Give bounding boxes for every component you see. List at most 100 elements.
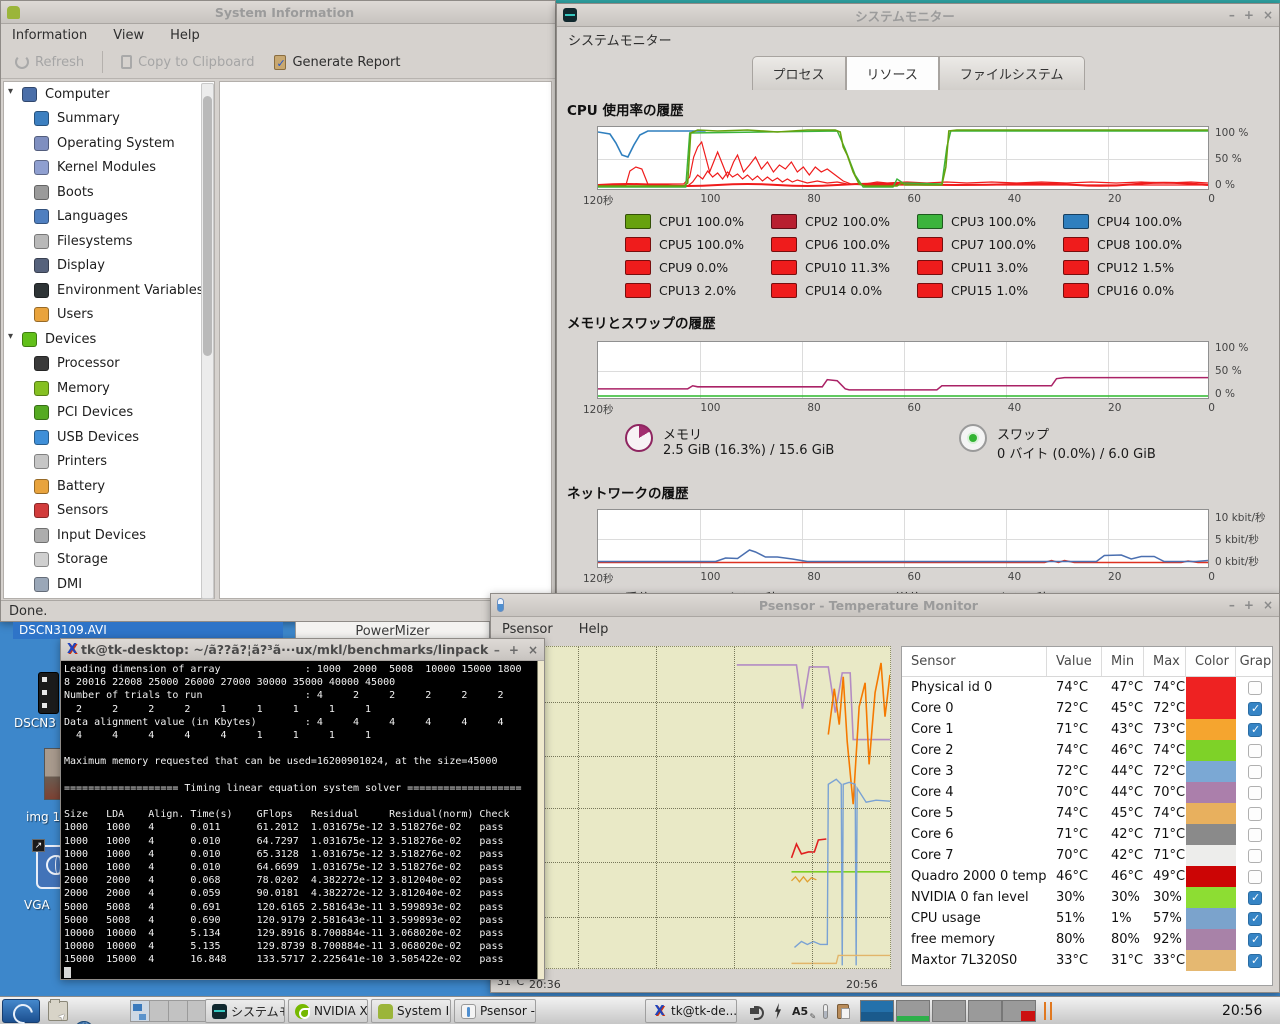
sensor-row[interactable]: Core 4 70°C 44°C 70°C [902, 782, 1272, 803]
cpu-graph-applet[interactable] [860, 1000, 894, 1022]
menu-psensor[interactable]: Psensor [500, 620, 555, 639]
image-file-label[interactable]: img 1 [26, 810, 60, 824]
sensor-row[interactable]: free memory 80% 80% 92% [902, 929, 1272, 950]
graph-checkbox[interactable] [1248, 744, 1262, 758]
tab-filesystems[interactable]: ファイルシステム [939, 56, 1085, 90]
sidebar-item[interactable]: DMI [4, 572, 214, 597]
sidebar-item[interactable]: Processor [4, 352, 214, 377]
powermizer-button[interactable]: PowerMizer [355, 624, 429, 639]
menu-system-monitor[interactable]: システムモニター [566, 28, 674, 51]
terminal-output[interactable]: Leading dimension of array : 1000 2000 5… [61, 661, 537, 979]
sidebar-item[interactable]: Operating System [4, 131, 214, 156]
minimize-button[interactable]: – [1229, 8, 1235, 22]
sidebar-item[interactable]: Filesystems [4, 229, 214, 254]
sysinfo-titlebar[interactable]: System Information [1, 1, 555, 24]
graph-checkbox[interactable] [1248, 807, 1262, 821]
maximize-button[interactable]: + [1244, 598, 1254, 612]
taskbar-button-nvidia[interactable]: NVIDIA X... [288, 999, 368, 1023]
sensor-row[interactable]: CPU usage 51% 1% 57% [902, 908, 1272, 929]
volume-icon[interactable] [750, 1005, 764, 1017]
close-button[interactable]: × [1263, 8, 1273, 22]
sidebar-item[interactable]: Kernel Modules [4, 156, 214, 181]
graph-checkbox[interactable] [1248, 870, 1262, 884]
sidebar-item[interactable]: Users [4, 303, 214, 328]
file-manager-launcher-icon[interactable] [48, 1001, 68, 1021]
taskbar-button-psensor[interactable]: Psensor - ... [454, 999, 536, 1023]
taskbar-button-system-information[interactable]: System In... [371, 999, 451, 1023]
scrollbar-thumb[interactable] [203, 96, 212, 356]
sensor-row[interactable]: Core 1 71°C 43°C 73°C [902, 719, 1272, 740]
workspace-3[interactable] [168, 1000, 188, 1022]
sensor-row[interactable]: Core 7 70°C 42°C 71°C [902, 845, 1272, 866]
sidebar-item[interactable]: Printers [4, 450, 214, 475]
sidebar-item[interactable]: Input Devices [4, 523, 214, 548]
graph-checkbox[interactable] [1248, 702, 1262, 716]
power-manager-icon[interactable] [773, 1003, 783, 1019]
minimize-button[interactable]: – [1229, 598, 1235, 612]
video-file-label[interactable]: DSCN3 [14, 716, 56, 730]
sidebar-scrollbar[interactable] [201, 83, 214, 599]
desktop-file-selected-label[interactable]: DSCN3109.AVI [13, 622, 283, 639]
taskbar-button-system-monitor[interactable]: システムモ... [205, 999, 285, 1023]
tab-resources[interactable]: リソース [846, 56, 939, 90]
sidebar-item[interactable]: Storage [4, 548, 214, 573]
graph-checkbox[interactable] [1248, 786, 1262, 800]
graph-checkbox[interactable] [1248, 849, 1262, 863]
workspace-2[interactable] [149, 1000, 169, 1022]
sysmon-titlebar[interactable]: システムモニター – + × [557, 4, 1279, 27]
sensor-row[interactable]: NVIDIA 0 fan level 30% 30% 30% [902, 887, 1272, 908]
graph-checkbox[interactable] [1248, 954, 1262, 968]
memory-graph-applet[interactable] [896, 1000, 930, 1022]
graph-checkbox[interactable] [1248, 828, 1262, 842]
menu-information[interactable]: Information [10, 26, 89, 45]
temperature-tray-icon[interactable] [823, 1004, 828, 1019]
sensor-row[interactable]: Core 5 74°C 45°C 74°C [902, 803, 1272, 824]
sidebar-item[interactable] [4, 597, 214, 600]
sidebar-item[interactable]: Battery [4, 474, 214, 499]
minimize-button[interactable]: – [494, 643, 500, 657]
sensor-row[interactable]: Physical id 0 74°C 47°C 74°C [902, 677, 1272, 698]
disk-activity-applet[interactable] [1042, 1000, 1054, 1022]
sensor-row[interactable]: Core 2 74°C 46°C 74°C [902, 740, 1272, 761]
close-button[interactable]: × [528, 643, 538, 657]
sidebar-item[interactable]: Devices [4, 327, 214, 352]
sidebar-item[interactable]: Languages [4, 205, 214, 230]
swap-graph-applet[interactable] [932, 1000, 966, 1022]
sensor-row[interactable]: Core 0 72°C 45°C 72°C [902, 698, 1272, 719]
sidebar-item[interactable]: Environment Variables [4, 278, 214, 303]
sensor-row[interactable]: Core 3 72°C 44°C 72°C [902, 761, 1272, 782]
sidebar-item[interactable]: Memory [4, 376, 214, 401]
workspace-4[interactable] [187, 1000, 207, 1022]
sidebar-item[interactable]: Computer [4, 82, 214, 107]
workspace-1[interactable] [130, 1000, 150, 1022]
generate-report-button[interactable]: Generate Report [268, 52, 406, 73]
input-method-icon[interactable]: A5 [792, 1005, 814, 1018]
graph-checkbox[interactable] [1248, 681, 1262, 695]
maximize-button[interactable]: + [509, 643, 519, 657]
taskbar-button-terminal[interactable]: tk@tk-de... [645, 999, 737, 1023]
graph-checkbox[interactable] [1248, 765, 1262, 779]
menu-help[interactable]: Help [577, 620, 611, 639]
network-graph-applet[interactable] [1002, 1000, 1036, 1022]
graph-checkbox[interactable] [1248, 912, 1262, 926]
sidebar-item[interactable]: Display [4, 254, 214, 279]
video-file-icon[interactable] [38, 672, 59, 714]
close-button[interactable]: × [1263, 598, 1273, 612]
sidebar-item[interactable]: Boots [4, 180, 214, 205]
graph-checkbox[interactable] [1248, 891, 1262, 905]
sensor-row[interactable]: Maxtor 7L320S0 33°C 31°C 33°C [902, 950, 1272, 971]
terminal-scrollbar[interactable] [537, 661, 544, 979]
maximize-button[interactable]: + [1244, 8, 1254, 22]
copy-to-clipboard-button[interactable]: Copy to Clipboard [115, 52, 260, 73]
load-graph-applet[interactable] [968, 1000, 1002, 1022]
start-menu-button[interactable] [2, 999, 40, 1023]
sidebar-item[interactable]: Sensors [4, 499, 214, 524]
sensor-row[interactable]: Quadro 2000 0 temp 46°C 46°C 49°C [902, 866, 1272, 887]
sidebar-item[interactable]: PCI Devices [4, 401, 214, 426]
sidebar-item[interactable]: USB Devices [4, 425, 214, 450]
graph-checkbox[interactable] [1248, 933, 1262, 947]
tab-processes[interactable]: プロセス [752, 56, 846, 90]
sidebar-item[interactable]: Summary [4, 107, 214, 132]
terminal-titlebar[interactable]: X tk@tk-desktop: ~/ã??ã?¦ã?³ã···ux/mkl/b… [61, 639, 544, 661]
taskbar-clock[interactable]: 20:56 [1222, 997, 1262, 1024]
